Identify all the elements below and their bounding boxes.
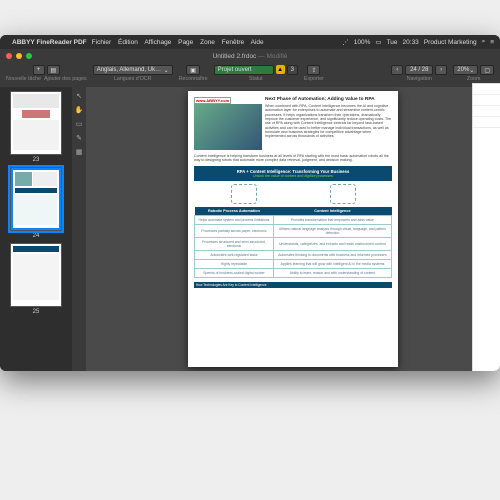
table-header: Robotic Process Automation <box>195 207 274 216</box>
page-footer: How Technologies Are Key to Content Inte… <box>194 282 392 288</box>
page-thumbnail[interactable] <box>10 91 62 155</box>
menu-zone[interactable]: Zone <box>200 39 215 46</box>
menu-file[interactable]: Fichier <box>92 39 112 46</box>
section-band: RPA + Content Intelligence: Transforming… <box>194 166 392 181</box>
comparison-table: Robotic Process Automation Content Intel… <box>194 207 392 278</box>
chevron-down-icon: ⌄ <box>164 67 169 74</box>
clock-time: 20:33 <box>403 39 419 46</box>
recognize-label: Reconnaître <box>179 76 208 82</box>
spotlight-icon[interactable]: ⌕ <box>482 38 486 46</box>
document-modified-label: Modifié <box>266 53 287 60</box>
status-count-badge: 3 <box>287 65 298 75</box>
next-page-button[interactable]: › <box>435 65 447 75</box>
battery-percent: 100% <box>354 39 371 46</box>
band-subtitle: Unlock the value of content and digitize… <box>196 174 390 178</box>
zoom-fit-button[interactable]: ▢ <box>480 65 494 75</box>
navigation-label: Navigation <box>407 76 432 82</box>
add-pages-label: Ajouter des pages <box>44 76 87 82</box>
editor-tool-strip: ↖ ✋ ▭ ✎ ▦ <box>72 87 86 371</box>
new-task-button[interactable]: + <box>33 65 45 75</box>
menu-page[interactable]: Page <box>178 39 193 46</box>
clock-day: Tue <box>387 39 398 46</box>
table-row: Highly repeatableApplies learning that w… <box>195 259 392 268</box>
new-task-label: Nouvelle tâche <box>6 76 41 82</box>
page-thumbnail-selected[interactable] <box>10 167 62 231</box>
table-row: Helps automate system and process limita… <box>195 215 392 224</box>
page-thumbnail[interactable] <box>10 243 62 307</box>
rpa-icon <box>231 184 257 204</box>
hero-title: Next Phase of Automation: Adding Value t… <box>265 97 392 102</box>
status-label: Statut <box>249 76 263 82</box>
pointer-tool-icon[interactable]: ↖ <box>75 91 84 100</box>
app-name[interactable]: ABBYY FineReader PDF <box>12 39 87 46</box>
open-project-button[interactable]: Projet ouvert <box>214 65 274 75</box>
document-view[interactable]: www.ABBYY.com Next Phase of Automation: … <box>86 87 500 371</box>
document-title: Untitled 2.frdoc <box>213 53 257 60</box>
recognize-button[interactable]: ▣ <box>186 65 200 75</box>
hero-paragraph: When combined with RPA, Content Intellig… <box>265 104 392 139</box>
menu-view[interactable]: Affichage <box>144 39 171 46</box>
document-page: www.ABBYY.com Next Phase of Automation: … <box>188 91 398 367</box>
text-area-tool-icon[interactable]: ▭ <box>75 119 84 128</box>
table-row: Processes structured and semi-structured… <box>195 237 392 250</box>
ocr-language-value: Anglais, Allemand, Uk… <box>97 67 161 73</box>
open-project-label: Projet ouvert <box>218 67 252 73</box>
table-row: Automates well-regulated tasksAutomates … <box>195 250 392 259</box>
main-toolbar: + ▤ Nouvelle tâche Ajouter des pages Ang… <box>0 63 500 87</box>
macos-menubar: ABBYY FineReader PDF Fichier Édition Aff… <box>0 35 500 49</box>
page-url: www.ABBYY.com <box>194 97 231 104</box>
battery-icon: ▭ <box>375 38 381 46</box>
table-row: Speeds of business-scaled digital worker… <box>195 268 392 277</box>
table-tool-icon[interactable]: ▦ <box>75 147 84 156</box>
hero-image <box>194 104 262 150</box>
app-menus: Fichier Édition Affichage Page Zone Fenê… <box>92 39 269 46</box>
page-number: 24 <box>33 233 40 239</box>
menu-edit[interactable]: Édition <box>118 39 138 46</box>
zoom-label: Zoom <box>467 76 481 82</box>
hand-tool-icon[interactable]: ✋ <box>75 105 84 114</box>
background-window[interactable] <box>472 83 500 371</box>
window-titlebar: Untitled 2.frdoc — Modifié <box>0 49 500 63</box>
export-label: Exporter <box>304 76 324 82</box>
ci-icon <box>330 184 356 204</box>
table-row: Processes partially across paper, electr… <box>195 224 392 237</box>
page-number: 23 <box>33 157 40 163</box>
menu-window[interactable]: Fenêtre <box>222 39 244 46</box>
page-number: 25 <box>33 309 40 315</box>
menubar-app-right[interactable]: Product Marketing <box>424 39 477 46</box>
edit-tool-icon[interactable]: ✎ <box>75 133 84 142</box>
wifi-icon[interactable]: ⋰ <box>342 38 349 46</box>
export-button[interactable]: ⇪ <box>307 65 320 75</box>
status-warning-badge[interactable]: ▲ <box>276 65 285 74</box>
page-thumbnails-pane: 23 24 25 <box>0 87 72 371</box>
add-pages-button[interactable]: ▤ <box>47 65 61 75</box>
hero-paragraph-2: Content Intelligence is helping transfor… <box>194 154 392 163</box>
zoom-dropdown[interactable]: 20% ⌄ <box>453 65 478 75</box>
prev-page-button[interactable]: ‹ <box>391 65 403 75</box>
control-center-icon[interactable]: ≡ <box>490 39 494 46</box>
ocr-language-label: Langues d'OCR <box>114 76 152 82</box>
table-header: Content Intelligence <box>273 207 391 216</box>
ocr-language-dropdown[interactable]: Anglais, Allemand, Uk… ⌄ <box>93 65 173 75</box>
menu-help[interactable]: Aide <box>251 39 264 46</box>
page-indicator[interactable]: 24 / 28 <box>405 65 433 75</box>
